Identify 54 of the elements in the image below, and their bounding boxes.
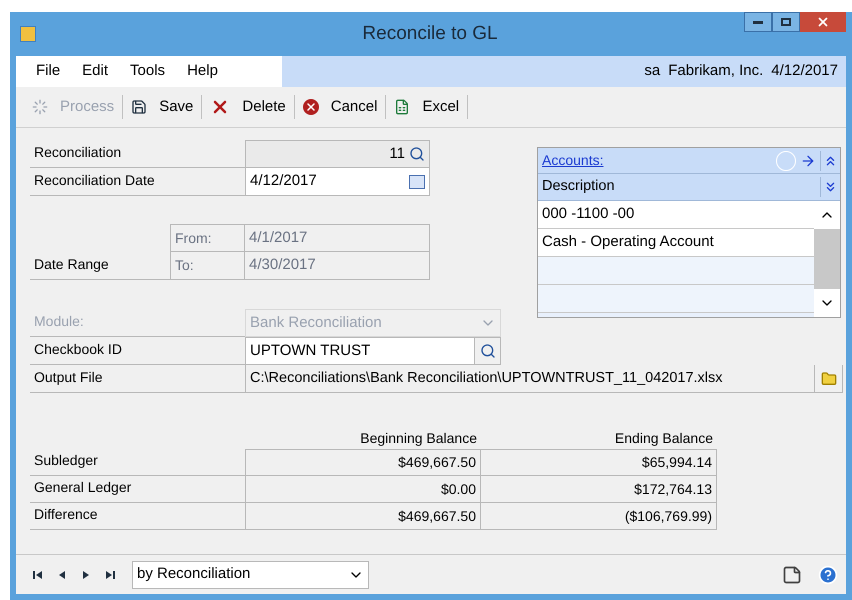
maximize-button[interactable] <box>772 12 800 32</box>
note-icon[interactable] <box>782 564 802 584</box>
folder-icon[interactable] <box>820 370 836 386</box>
field-label: Output File <box>34 368 102 387</box>
close-icon <box>816 15 830 29</box>
column-header: Ending Balance <box>614 430 713 446</box>
excel-icon <box>394 99 410 115</box>
checkbook-field[interactable]: UPTOWN TRUST <box>245 337 475 365</box>
column-header: Description <box>541 177 616 196</box>
company-name: Fabrikam, Inc. <box>668 61 764 82</box>
row-label: Difference <box>34 505 98 524</box>
save-button[interactable]: Save <box>123 93 202 121</box>
row-label: General Ledger <box>34 478 132 497</box>
menu-item[interactable]: Tools <box>130 60 166 83</box>
user-name: sa <box>644 61 660 82</box>
balance-cell: $469,667.50 <box>245 503 481 530</box>
close-button[interactable] <box>800 12 846 32</box>
delete-button[interactable]: Delete <box>202 93 294 121</box>
app-icon <box>20 26 36 42</box>
balance-cell: ($106,769.99) <box>481 503 717 530</box>
excel-button[interactable]: Excel <box>386 93 468 121</box>
window-title: Reconcile to GL <box>362 22 498 46</box>
balance-cell: $469,667.50 <box>245 449 481 476</box>
field-label: Checkbook ID <box>34 340 122 359</box>
help-icon[interactable] <box>818 564 838 584</box>
column-header: Beginning Balance <box>360 430 477 446</box>
minimize-button[interactable] <box>744 12 772 32</box>
range-label: To: <box>175 256 194 275</box>
field-label: Module: <box>34 312 84 331</box>
menu-item[interactable]: Edit <box>82 60 108 83</box>
row-label: Subledger <box>34 451 98 470</box>
search-icon[interactable] <box>409 146 425 162</box>
output-file-field[interactable]: C:\Reconciliations\Bank Reconciliation\UPTOWNTRUST_11_042017.xlsx <box>245 365 815 393</box>
field-label: Reconciliation <box>34 143 122 162</box>
menu-item[interactable]: Help <box>187 60 218 83</box>
cancel-icon <box>302 99 319 115</box>
cancel-button[interactable]: Cancel <box>294 93 386 121</box>
last-record-icon[interactable] <box>104 568 116 580</box>
save-icon <box>131 99 148 115</box>
user-date: 4/12/2017 <box>771 61 838 82</box>
date-field[interactable]: 4/12/2017 <box>245 168 430 196</box>
first-record-icon[interactable] <box>32 568 44 580</box>
scrollbar[interactable] <box>814 201 840 317</box>
field-label: Date Range <box>34 255 109 274</box>
range-label: From: <box>175 228 212 248</box>
process-icon <box>32 99 48 115</box>
balance-cell: $0.00 <box>245 476 481 503</box>
reconciliation-field[interactable]: 11 <box>245 140 430 168</box>
search-icon[interactable] <box>480 343 496 359</box>
balance-cell: $172,764.13 <box>481 476 717 503</box>
balance-cell: $65,994.14 <box>481 449 717 476</box>
field-label: Reconciliation Date <box>34 171 155 190</box>
menu-item[interactable]: File <box>36 60 60 83</box>
sort-dropdown[interactable]: by Reconciliation <box>132 560 369 588</box>
